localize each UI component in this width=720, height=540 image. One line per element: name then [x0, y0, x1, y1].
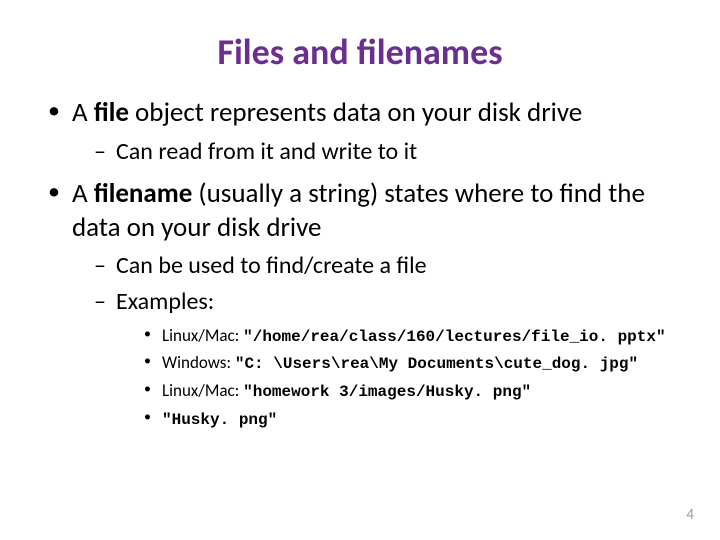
example-prefix: Linux/Mac:: [162, 380, 243, 401]
text: Examples:: [116, 287, 214, 316]
text-pre: A: [72, 96, 94, 129]
example-code: "Husky. png": [162, 411, 277, 429]
text-pre: A: [72, 177, 94, 210]
bullet-list-level3: Linux/Mac: "/home/rea/class/160/lectures…: [116, 325, 680, 431]
list-item: Can read from it and write to it: [94, 136, 680, 167]
example-prefix: Linux/Mac:: [162, 325, 243, 346]
example-code: "C: \Users\rea\My Documents\cute_dog. jp…: [235, 355, 638, 373]
list-item: Windows: "C: \Users\rea\My Documents\cut…: [144, 352, 680, 376]
list-item: A filename (usually a string) states whe…: [48, 177, 680, 431]
list-item: Linux/Mac: "homework 3/images/Husky. png…: [144, 380, 680, 404]
slide-title: Files and filenames: [40, 30, 680, 74]
page-number: 4: [686, 506, 694, 524]
text-strong: file: [94, 96, 129, 129]
text-post: object represents data on your disk driv…: [129, 96, 582, 129]
bullet-list-level2: Can read from it and write to it: [72, 136, 680, 167]
list-item: "Husky. png": [144, 408, 680, 432]
example-code: "/home/rea/class/160/lectures/file_io. p…: [243, 328, 665, 346]
text: Can read from it and write to it: [116, 137, 417, 166]
text: Can be used to find/create a file: [116, 251, 427, 280]
list-item: A file object represents data on your di…: [48, 96, 680, 167]
example-code: "homework 3/images/Husky. png": [243, 383, 531, 401]
list-item: Examples: Linux/Mac: "/home/rea/class/16…: [94, 286, 680, 432]
list-item: Can be used to find/create a file: [94, 250, 680, 281]
bullet-list-level1: A file object represents data on your di…: [40, 96, 680, 431]
list-item: Linux/Mac: "/home/rea/class/160/lectures…: [144, 325, 680, 349]
bullet-list-level2: Can be used to find/create a file Exampl…: [72, 250, 680, 431]
text-strong: filename: [94, 177, 193, 210]
example-prefix: Windows:: [162, 352, 235, 373]
